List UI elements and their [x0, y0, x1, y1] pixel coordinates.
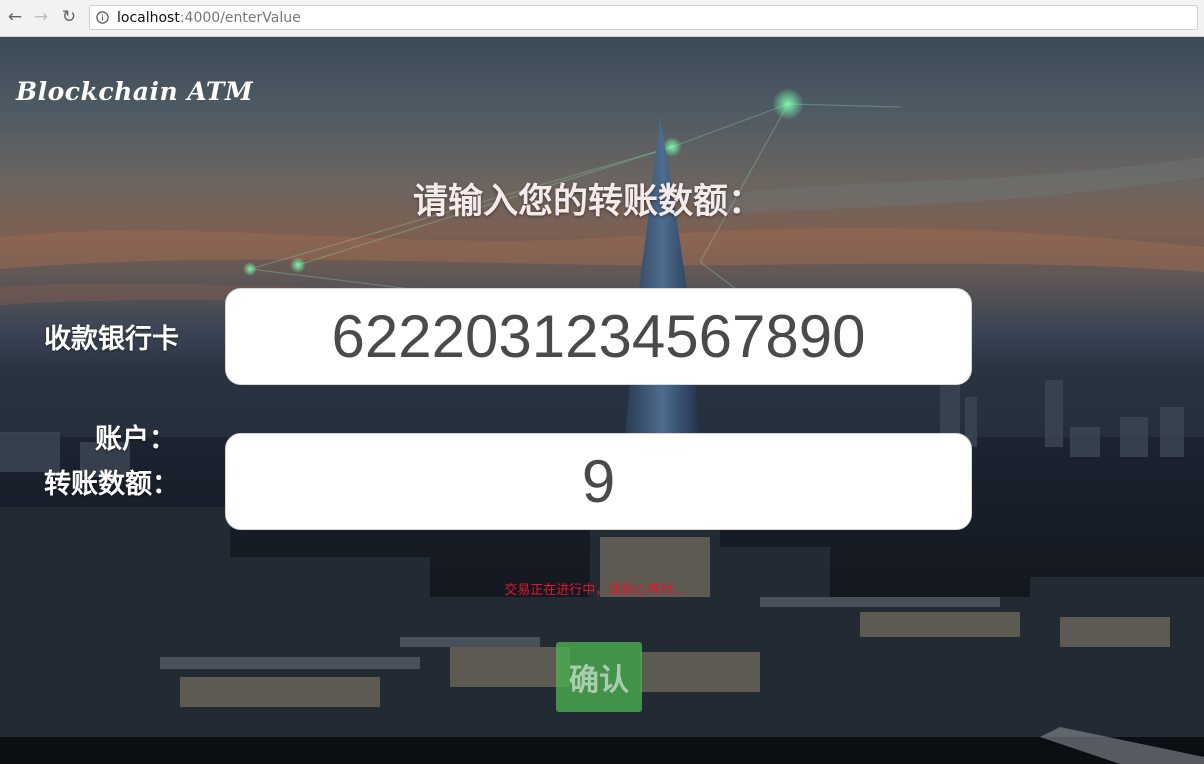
page-title: 请输入您的转账数额： — [412, 182, 763, 222]
back-arrow-icon[interactable]: ← — [4, 6, 26, 28]
amount-label: 转账数额： — [44, 469, 179, 500]
forward-arrow-icon[interactable]: → — [30, 6, 52, 28]
url-text: localhost:4000/enterValue — [117, 10, 301, 26]
confirm-button[interactable]: 确认 — [556, 642, 642, 712]
info-icon[interactable] — [96, 11, 109, 24]
reload-icon[interactable]: ↻ — [58, 6, 80, 28]
url-path: :4000/enterValue — [179, 9, 301, 26]
status-message: 交易正在进行中，请耐心等待... — [504, 583, 686, 598]
url-host: localhost — [117, 9, 180, 26]
brand-logo: Blockchain ATM — [16, 77, 254, 106]
atm-page: Blockchain ATM 请输入您的转账数额： 收款银行卡 账户： 转账数额… — [0, 37, 1204, 764]
account-label: 账户： — [95, 424, 176, 455]
card-number-input[interactable] — [225, 288, 972, 385]
address-bar[interactable]: localhost:4000/enterValue — [89, 5, 1198, 30]
amount-input[interactable] — [225, 433, 972, 530]
card-label: 收款银行卡 — [44, 324, 179, 355]
browser-toolbar: ← → ↻ localhost:4000/enterValue — [0, 0, 1204, 37]
